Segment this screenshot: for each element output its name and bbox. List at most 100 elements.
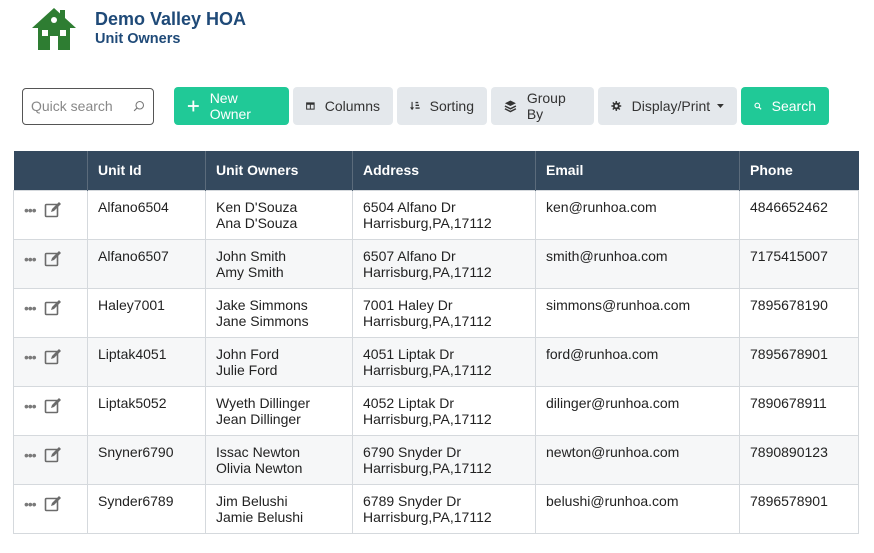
layers-icon: [504, 100, 517, 113]
column-header-address[interactable]: Address: [352, 151, 536, 190]
house-icon: [32, 8, 76, 50]
owner-name: Jim Belushi: [216, 492, 288, 509]
unit-id-cell: Haley7001: [87, 287, 206, 338]
phone-cell: 4846652462: [739, 189, 859, 240]
owner-name: John Smith: [216, 247, 287, 264]
table-header-row: Unit Id Unit Owners Address Email Phone: [13, 151, 859, 190]
owner-name: Jamie Belushi: [216, 508, 304, 525]
unit-id-cell: Alfano6504: [87, 189, 206, 240]
page-title: Unit Owners: [95, 31, 181, 47]
table-row: ••• Alfano6504 Ken D'Souza Ana D'Souza 6…: [13, 189, 859, 240]
more-options-icon[interactable]: •••: [24, 203, 37, 217]
unit-id-cell: Liptak5052: [87, 385, 206, 436]
more-options-icon[interactable]: •••: [24, 399, 37, 413]
row-actions-cell: •••: [13, 434, 88, 485]
more-options-icon[interactable]: •••: [24, 301, 37, 315]
quick-search-box[interactable]: [22, 87, 154, 125]
owner-name: Jean Dillinger: [216, 410, 301, 427]
owner-name: Ken D'Souza: [216, 198, 298, 215]
owner-name: Wyeth Dillinger: [216, 394, 311, 411]
email-cell: dilinger@runhoa.com: [535, 385, 740, 436]
edit-icon[interactable]: [44, 397, 62, 415]
sorting-button[interactable]: Sorting: [397, 87, 487, 125]
unit-id-cell: Synder6789: [87, 483, 206, 534]
row-actions-cell: •••: [13, 189, 88, 240]
unit-owners-cell: Issac Newton Olivia Newton: [205, 434, 353, 485]
more-options-icon[interactable]: •••: [24, 448, 37, 462]
unit-id: Liptak5052: [98, 394, 167, 411]
edit-icon[interactable]: [44, 299, 62, 317]
city-state-zip: Harrisburg,PA,17112: [363, 263, 492, 280]
quick-search-input[interactable]: [31, 98, 131, 114]
edit-icon[interactable]: [44, 250, 62, 268]
owners-table: Unit Id Unit Owners Address Email Phone …: [13, 151, 859, 534]
column-header-phone[interactable]: Phone: [739, 151, 859, 190]
phone-cell: 7890890123: [739, 434, 859, 485]
unit-id-cell: Snyner6790: [87, 434, 206, 485]
group-by-button[interactable]: Group By: [491, 87, 594, 125]
phone: 7890890123: [750, 443, 828, 460]
address-cell: 6504 Alfano Dr Harrisburg,PA,17112: [352, 189, 536, 240]
more-options-icon[interactable]: •••: [24, 252, 37, 266]
email: ford@runhoa.com: [546, 345, 659, 362]
more-options-icon[interactable]: •••: [24, 350, 37, 364]
address-cell: 4051 Liptak Dr Harrisburg,PA,17112: [352, 336, 536, 387]
unit-id-cell: Liptak4051: [87, 336, 206, 387]
display-print-button[interactable]: Display/Print: [598, 87, 737, 125]
phone: 7896578901: [750, 492, 828, 509]
plus-icon: [187, 100, 199, 112]
city-state-zip: Harrisburg,PA,17112: [363, 508, 492, 525]
address-cell: 4052 Liptak Dr Harrisburg,PA,17112: [352, 385, 536, 436]
address-cell: 6789 Snyder Dr Harrisburg,PA,17112: [352, 483, 536, 534]
search-button[interactable]: Search: [741, 87, 829, 125]
search-icon[interactable]: [133, 98, 145, 114]
edit-icon[interactable]: [44, 446, 62, 464]
unit-id: Liptak4051: [98, 345, 167, 362]
email-cell: ken@runhoa.com: [535, 189, 740, 240]
sorting-label: Sorting: [429, 98, 474, 114]
column-header-actions: [13, 151, 88, 190]
phone-cell: 7895678190: [739, 287, 859, 338]
email-cell: smith@runhoa.com: [535, 238, 740, 289]
email-cell: ford@runhoa.com: [535, 336, 740, 387]
row-actions-cell: •••: [13, 238, 88, 289]
row-actions-cell: •••: [13, 483, 88, 534]
phone-cell: 7895678901: [739, 336, 859, 387]
city-state-zip: Harrisburg,PA,17112: [363, 214, 492, 231]
caret-down-icon: [717, 103, 724, 109]
new-owner-button[interactable]: New Owner: [174, 87, 289, 125]
address-cell: 6507 Alfano Dr Harrisburg,PA,17112: [352, 238, 536, 289]
edit-icon[interactable]: [44, 495, 62, 513]
columns-button[interactable]: Columns: [293, 87, 393, 125]
columns-label: Columns: [324, 98, 380, 114]
email: smith@runhoa.com: [546, 247, 668, 264]
street-address: 6789 Snyder Dr: [363, 492, 462, 509]
table-row: ••• Liptak5052 Wyeth Dillinger Jean Dill…: [13, 385, 859, 436]
edit-icon[interactable]: [44, 348, 62, 366]
city-state-zip: Harrisburg,PA,17112: [363, 459, 492, 476]
app-header: Demo Valley HOA Unit Owners: [30, 4, 246, 52]
owner-name: Julie Ford: [216, 361, 278, 378]
search-icon: [754, 102, 762, 110]
edit-icon[interactable]: [44, 201, 62, 219]
unit-id: Alfano6504: [98, 198, 169, 215]
street-address: 4051 Liptak Dr: [363, 345, 455, 362]
more-options-icon[interactable]: •••: [24, 497, 37, 511]
email: simmons@runhoa.com: [546, 296, 691, 313]
phone: 7895678190: [750, 296, 828, 313]
city-state-zip: Harrisburg,PA,17112: [363, 361, 492, 378]
street-address: 6790 Snyder Dr: [363, 443, 462, 460]
phone: 7175415007: [750, 247, 828, 264]
email: belushi@runhoa.com: [546, 492, 679, 509]
column-header-unit-owners[interactable]: Unit Owners: [205, 151, 353, 190]
owner-name: Jake Simmons: [216, 296, 308, 313]
column-header-email[interactable]: Email: [535, 151, 740, 190]
new-owner-label: New Owner: [209, 90, 251, 122]
table-row: ••• Snyner6790 Issac Newton Olivia Newto…: [13, 434, 859, 485]
gear-icon: [611, 101, 622, 111]
owner-name: Ana D'Souza: [216, 214, 298, 231]
phone: 7890678911: [750, 394, 827, 411]
owner-name: Issac Newton: [216, 443, 301, 460]
city-state-zip: Harrisburg,PA,17112: [363, 410, 492, 427]
column-header-unit-id[interactable]: Unit Id: [87, 151, 206, 190]
